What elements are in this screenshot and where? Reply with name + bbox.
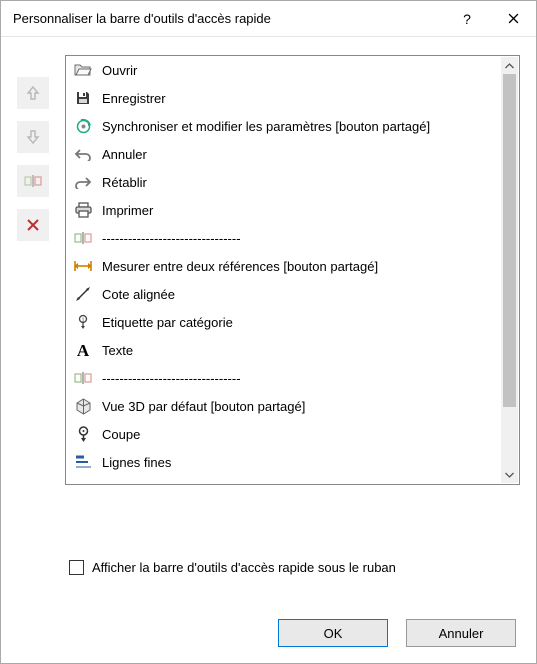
- separator-icon: [24, 174, 42, 188]
- list-item-label: Lignes fines: [102, 455, 171, 470]
- command-list[interactable]: Ouvrir Enregistrer Synch: [65, 55, 520, 485]
- list-item[interactable]: 1 Etiquette par catégorie: [66, 308, 502, 336]
- list-item-label: --------------------------------: [102, 371, 241, 386]
- redo-icon: [74, 173, 92, 191]
- list-item[interactable]: Enregistrer: [66, 84, 502, 112]
- scroll-up-button[interactable]: [501, 57, 518, 74]
- list-item-label: --------------------------------: [102, 231, 241, 246]
- scrollbar[interactable]: [501, 57, 518, 483]
- list-item-label: Enregistrer: [102, 91, 166, 106]
- list-item[interactable]: Rétablir: [66, 168, 502, 196]
- list-item-label: Ouvrir: [102, 63, 137, 78]
- show-below-ribbon-row: Afficher la barre d'outils d'accès rapid…: [69, 560, 520, 575]
- scroll-thumb[interactable]: [503, 74, 516, 407]
- dialog-title: Personnaliser la barre d'outils d'accès …: [13, 11, 444, 26]
- open-folder-icon: [74, 61, 92, 79]
- tag-category-icon: 1: [74, 313, 92, 331]
- cancel-button[interactable]: Annuler: [406, 619, 516, 647]
- titlebar: Personnaliser la barre d'outils d'accès …: [1, 1, 536, 37]
- list-item-label: Texte: [102, 343, 133, 358]
- dialog-buttons: OK Annuler: [17, 619, 520, 647]
- add-separator-button[interactable]: [17, 165, 49, 197]
- show-below-ribbon-label: Afficher la barre d'outils d'accès rapid…: [92, 560, 396, 575]
- list-item[interactable]: Imprimer: [66, 196, 502, 224]
- list-item[interactable]: Cote alignée: [66, 280, 502, 308]
- chevron-up-icon: [505, 63, 514, 69]
- list-item-label: Synchroniser et modifier les paramètres …: [102, 119, 430, 134]
- print-icon: [74, 201, 92, 219]
- list-item-label: Annuler: [102, 147, 147, 162]
- section-icon: [74, 425, 92, 443]
- list-item-separator[interactable]: --------------------------------: [66, 224, 502, 252]
- move-down-button[interactable]: [17, 121, 49, 153]
- list-item-separator[interactable]: --------------------------------: [66, 476, 502, 484]
- chevron-down-icon: [505, 472, 514, 478]
- list-item-separator[interactable]: --------------------------------: [66, 364, 502, 392]
- list-item-label: --------------------------------: [102, 483, 241, 485]
- separator-icon: [74, 481, 92, 484]
- cancel-button-label: Annuler: [439, 626, 484, 641]
- undo-icon: [74, 145, 92, 163]
- list-item[interactable]: Vue 3D par défaut [bouton partagé]: [66, 392, 502, 420]
- ok-button[interactable]: OK: [278, 619, 388, 647]
- customize-qat-dialog: Personnaliser la barre d'outils d'accès …: [0, 0, 537, 664]
- delete-x-icon: [26, 218, 40, 232]
- separator-icon: [74, 229, 92, 247]
- list-item-label: Imprimer: [102, 203, 153, 218]
- text-icon: A: [74, 341, 92, 359]
- separator-icon: [74, 369, 92, 387]
- show-below-ribbon-checkbox[interactable]: [69, 560, 84, 575]
- list-item[interactable]: Coupe: [66, 420, 502, 448]
- list-item-label: Etiquette par catégorie: [102, 315, 233, 330]
- scroll-track[interactable]: [501, 74, 518, 466]
- list-item[interactable]: Lignes fines: [66, 448, 502, 476]
- close-button[interactable]: [490, 1, 536, 37]
- arrow-down-icon: [25, 129, 41, 145]
- sync-settings-icon: [74, 117, 92, 135]
- ok-button-label: OK: [324, 626, 343, 641]
- list-item[interactable]: Ouvrir: [66, 56, 502, 84]
- measure-icon: [74, 257, 92, 275]
- scroll-down-button[interactable]: [501, 466, 518, 483]
- reorder-buttons: [17, 55, 53, 524]
- move-up-button[interactable]: [17, 77, 49, 109]
- command-list-wrap: Ouvrir Enregistrer Synch: [65, 55, 520, 524]
- list-item[interactable]: A Texte: [66, 336, 502, 364]
- help-button[interactable]: ?: [444, 1, 490, 37]
- list-item-label: Rétablir: [102, 175, 147, 190]
- aligned-dimension-icon: [74, 285, 92, 303]
- list-item[interactable]: Annuler: [66, 140, 502, 168]
- list-item[interactable]: Mesurer entre deux références [bouton pa…: [66, 252, 502, 280]
- list-item[interactable]: Synchroniser et modifier les paramètres …: [66, 112, 502, 140]
- list-item-label: Vue 3D par défaut [bouton partagé]: [102, 399, 305, 414]
- list-item-label: Coupe: [102, 427, 140, 442]
- list-item-label: Mesurer entre deux références [bouton pa…: [102, 259, 378, 274]
- list-item-label: Cote alignée: [102, 287, 175, 302]
- 3d-view-icon: [74, 397, 92, 415]
- work-area: Ouvrir Enregistrer Synch: [17, 55, 520, 524]
- thin-lines-icon: [74, 453, 92, 471]
- close-icon: [508, 13, 519, 24]
- arrow-up-icon: [25, 85, 41, 101]
- dialog-content: Ouvrir Enregistrer Synch: [1, 37, 536, 663]
- remove-button[interactable]: [17, 209, 49, 241]
- save-floppy-icon: [74, 89, 92, 107]
